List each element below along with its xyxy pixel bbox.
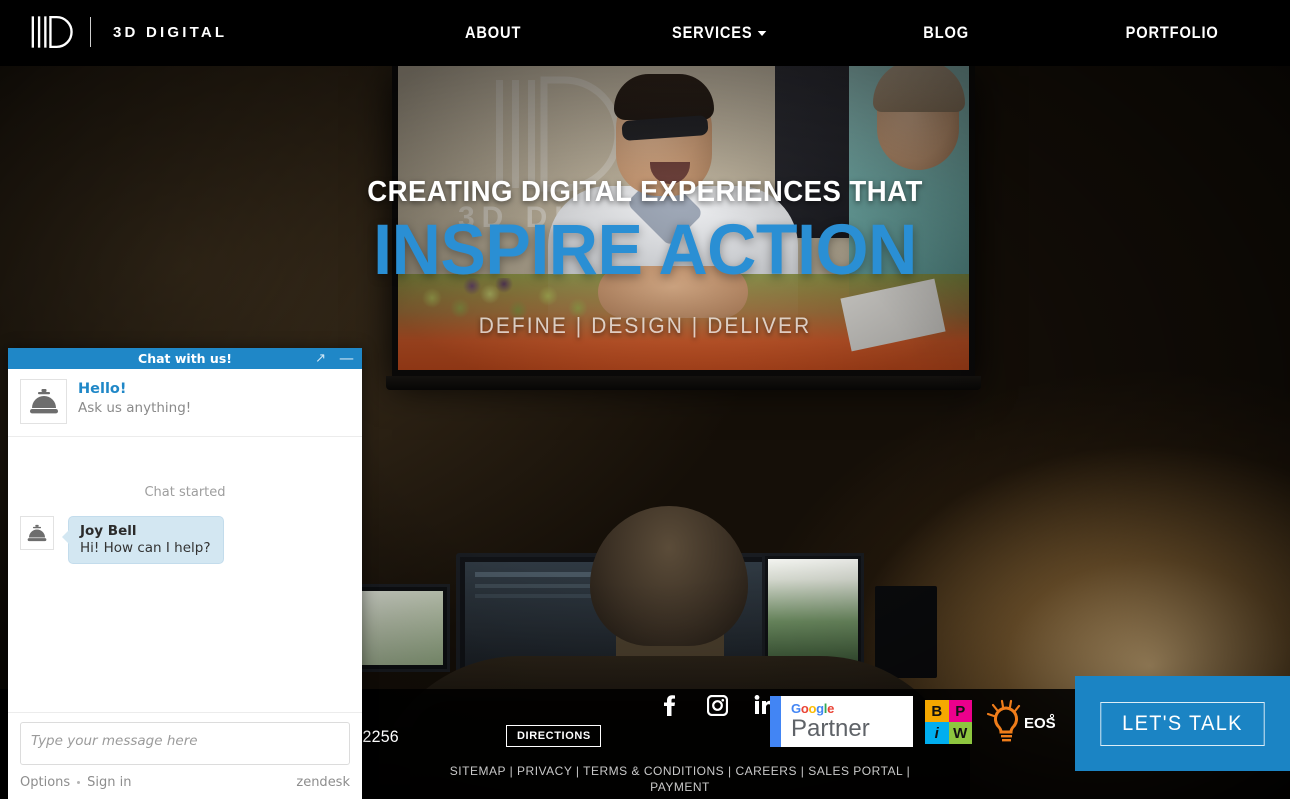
- chat-signin-link[interactable]: Sign in: [87, 775, 131, 790]
- chevron-down-icon: [757, 31, 767, 37]
- chat-footer-actions: Options Sign in: [20, 775, 132, 790]
- hero-subline: DEFINE | DESIGN | DELIVER: [478, 313, 812, 339]
- lets-talk-button[interactable]: LET'S TALK: [1075, 676, 1290, 771]
- bpiw-cell-p: P: [948, 700, 972, 722]
- 3d-digital-logo-icon: [31, 15, 73, 49]
- chat-greeting: Hello! Ask us anything!: [8, 369, 362, 437]
- chat-widget: Chat with us! ↗ — Hello! Ask us anything…: [8, 348, 362, 799]
- directions-button[interactable]: DIRECTIONS: [506, 725, 601, 747]
- page-root: 3D DIGITAL: [0, 0, 1290, 799]
- social-links: [655, 692, 779, 718]
- brand-divider: [90, 17, 91, 47]
- nav-item-blog[interactable]: BLOG: [848, 23, 1043, 43]
- nav-item-portfolio[interactable]: PORTFOLIO: [1075, 23, 1270, 43]
- chat-message-log: Chat started Joy Bell Hi! How can I help…: [8, 437, 362, 712]
- chat-compose-area: [8, 712, 362, 769]
- chat-greeting-sub: Ask us anything!: [78, 400, 192, 416]
- google-partner-body: Google Partner: [781, 702, 913, 741]
- chat-greeting-text: Hello! Ask us anything!: [67, 379, 191, 424]
- bpiw-badge[interactable]: B P i W: [925, 700, 972, 744]
- footer-links-line1[interactable]: SITEMAP | PRIVACY | TERMS & CONDITIONS |…: [450, 764, 910, 778]
- zendesk-brand: zendesk: [296, 775, 350, 790]
- instagram-icon[interactable]: [703, 692, 731, 718]
- chat-widget-title: Chat with us!: [138, 351, 232, 366]
- separator-dot-icon: [77, 781, 81, 784]
- chat-message: Joy Bell Hi! How can I help?: [20, 516, 350, 564]
- nav-item-about-label: ABOUT: [464, 23, 522, 42]
- chat-message-input[interactable]: [20, 722, 350, 765]
- chat-message-author: Joy Bell: [80, 523, 137, 539]
- hero-copy: CREATING DIGITAL EXPERIENCES THAT INSPIR…: [0, 176, 1290, 339]
- chat-widget-header[interactable]: Chat with us! ↗ —: [8, 348, 362, 369]
- nav-item-blog-label: BLOG: [922, 23, 969, 42]
- google-partner-badge[interactable]: Google Partner: [770, 696, 913, 747]
- brand-logo[interactable]: 3D DIGITAL: [30, 14, 227, 50]
- chat-widget-actions: ↗ —: [315, 348, 354, 369]
- chat-message-text: Hi! How can I help?: [80, 540, 211, 556]
- google-partner-label: Partner: [791, 714, 870, 742]
- minimize-icon[interactable]: —: [339, 351, 354, 366]
- bpiw-cell-b: B: [925, 700, 949, 722]
- service-bell-icon: [20, 379, 67, 424]
- footer-links-line2[interactable]: PAYMENT: [650, 780, 710, 794]
- chat-message-bubble: Joy Bell Hi! How can I help?: [62, 516, 224, 564]
- nav-item-services-label: SERVICES: [672, 23, 753, 42]
- nav-item-services[interactable]: SERVICES: [622, 23, 817, 43]
- nav-item-about[interactable]: ABOUT: [396, 23, 591, 43]
- brand-name: 3D DIGITAL: [113, 23, 228, 41]
- chat-status: Chat started: [144, 485, 226, 500]
- footer-links: SITEMAP | PRIVACY | TERMS & CONDITIONS |…: [430, 763, 930, 795]
- hero-headline-top: CREATING DIGITAL EXPERIENCES THAT: [367, 176, 923, 208]
- nav-item-portfolio-label: PORTFOLIO: [1125, 23, 1219, 42]
- lets-talk-label: LET'S TALK: [1100, 701, 1265, 746]
- bpiw-cell-w: W: [948, 722, 972, 744]
- chat-widget-footer: Options Sign in zendesk: [8, 769, 362, 799]
- chat-greeting-title: Hello!: [78, 381, 127, 397]
- popout-arrow-icon[interactable]: ↗: [315, 352, 326, 365]
- chat-options-link[interactable]: Options: [20, 775, 70, 790]
- facebook-icon[interactable]: [655, 692, 683, 718]
- site-header: 3D DIGITAL ABOUT SERVICES BLOG PORTFOLIO: [0, 0, 1290, 66]
- google-partner-stripe: [770, 696, 781, 747]
- hero-headline-main: INSPIRE ACTION: [373, 211, 917, 290]
- service-bell-icon: [20, 516, 54, 550]
- main-navigation: ABOUT SERVICES BLOG PORTFOLIO: [380, 0, 1285, 66]
- eos-badge[interactable]: EOS: [984, 698, 1056, 746]
- google-wordmark: Google: [791, 700, 835, 716]
- bpiw-cell-i: i: [925, 722, 949, 744]
